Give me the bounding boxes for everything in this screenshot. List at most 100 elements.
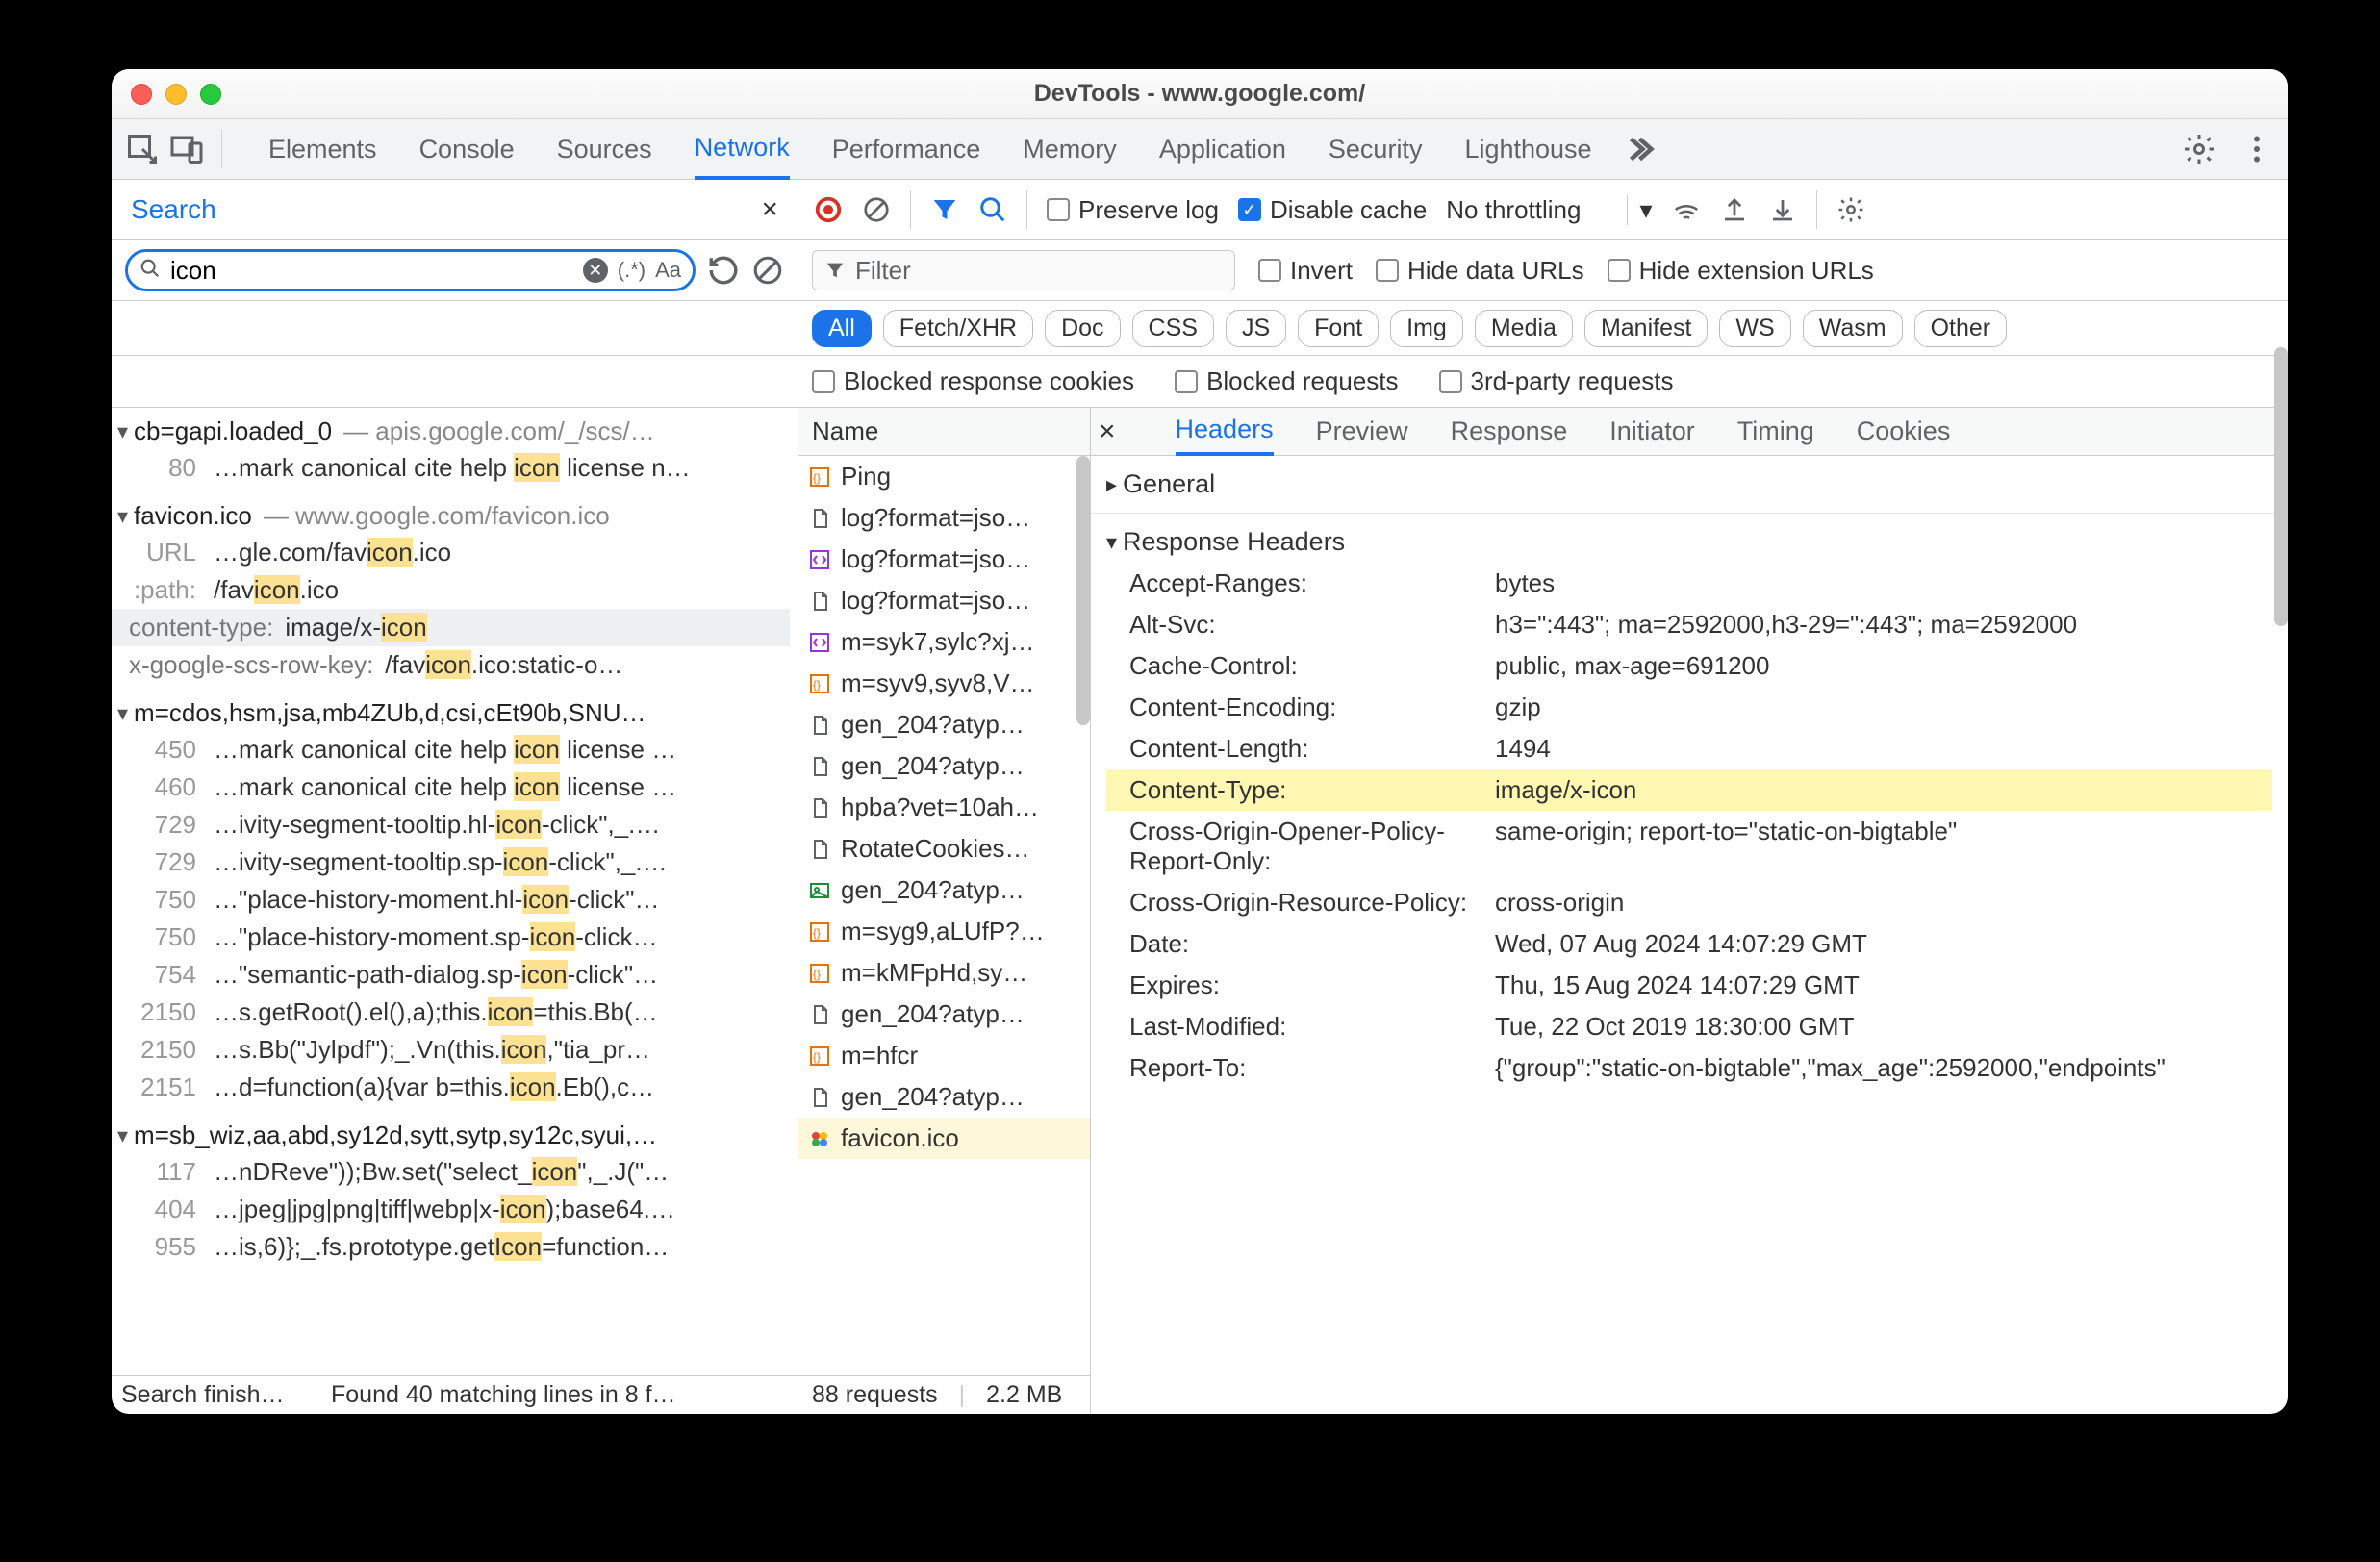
tab-elements[interactable]: Elements <box>268 119 377 180</box>
search-result-line[interactable]: content-type:image/x-icon <box>112 609 790 646</box>
kebab-menu-icon[interactable] <box>2240 132 2274 166</box>
device-toggle-icon[interactable] <box>169 132 204 166</box>
search-group-toggle[interactable]: ▾favicon.ico — www.google.com/favicon.ic… <box>112 498 790 534</box>
filter-funnel-icon[interactable] <box>930 195 959 224</box>
filter-chip-media[interactable]: Media <box>1475 310 1573 347</box>
disable-cache-checkbox[interactable]: ✓Disable cache <box>1238 195 1427 225</box>
tab-network[interactable]: Network <box>695 119 790 180</box>
record-icon[interactable] <box>814 195 843 224</box>
filter-chip-fetchxhr[interactable]: Fetch/XHR <box>883 310 1033 347</box>
search-result-line[interactable]: 2150…s.getRoot().el(),a);this.icon=this.… <box>112 994 790 1031</box>
search-group-toggle[interactable]: ▾m=cdos,hsm,jsa,mb4ZUb,d,csi,cEt90b,SNU… <box>112 695 790 731</box>
filter-chip-other[interactable]: Other <box>1914 310 2008 347</box>
request-row[interactable]: log?format=jso… <box>798 539 1090 580</box>
filter-chip-all[interactable]: All <box>812 310 872 347</box>
request-row[interactable]: gen_204?atyp… <box>798 745 1090 787</box>
tab-performance[interactable]: Performance <box>832 119 981 180</box>
detail-tab-preview[interactable]: Preview <box>1316 408 1408 456</box>
search-result-line[interactable]: 2150…s.Bb("Jylpdf");_.Vn(this.icon,"tia_… <box>112 1031 790 1069</box>
detail-scrollbar[interactable] <box>2274 408 2288 626</box>
third-party-checkbox[interactable]: 3rd-party requests <box>1439 366 1674 396</box>
request-row[interactable]: log?format=jso… <box>798 580 1090 621</box>
search-result-line[interactable]: 80…mark canonical cite help icon license… <box>112 449 790 487</box>
clear-icon[interactable] <box>862 195 891 224</box>
tab-sources[interactable]: Sources <box>557 119 652 180</box>
search-result-line[interactable]: 450…mark canonical cite help icon licens… <box>112 731 790 768</box>
search-result-line[interactable]: 750…"place-history-moment.hl-icon-click"… <box>112 881 790 919</box>
search-result-line[interactable]: 460…mark canonical cite help icon licens… <box>112 768 790 806</box>
clear-search-icon[interactable]: ✕ <box>583 258 608 283</box>
request-row[interactable]: hpba?vet=10ah… <box>798 787 1090 828</box>
filter-chip-font[interactable]: Font <box>1298 310 1379 347</box>
blocked-cookies-checkbox[interactable]: Blocked response cookies <box>812 366 1134 396</box>
upload-har-icon[interactable] <box>1720 195 1749 224</box>
filter-chip-doc[interactable]: Doc <box>1045 310 1120 347</box>
hide-extension-urls-checkbox[interactable]: Hide extension URLs <box>1608 256 1874 286</box>
request-row[interactable]: gen_204?atyp… <box>798 1076 1090 1118</box>
filter-chip-css[interactable]: CSS <box>1132 310 1214 347</box>
request-row[interactable]: gen_204?atyp… <box>798 869 1090 911</box>
hide-data-urls-checkbox[interactable]: Hide data URLs <box>1376 256 1584 286</box>
request-row[interactable]: m=syk7,sylc?xj… <box>798 621 1090 663</box>
tab-lighthouse[interactable]: Lighthouse <box>1464 119 1591 180</box>
search-result-line[interactable]: 729…ivity-segment-tooltip.hl-icon-click"… <box>112 806 790 844</box>
filter-input[interactable]: Filter <box>812 250 1235 290</box>
request-row[interactable]: favicon.ico <box>798 1118 1090 1159</box>
request-row[interactable]: {}m=syv9,syv8,V… <box>798 663 1090 704</box>
response-headers-section-toggle[interactable]: ▾Response Headers <box>1106 521 2272 563</box>
request-row[interactable]: {}m=hfcr <box>798 1035 1090 1076</box>
tab-security[interactable]: Security <box>1329 119 1423 180</box>
search-result-line[interactable]: :path:/favicon.ico <box>112 571 790 609</box>
search-icon[interactable] <box>978 195 1007 224</box>
invert-checkbox[interactable]: Invert <box>1258 256 1353 286</box>
filter-chip-ws[interactable]: WS <box>1719 310 1790 347</box>
filter-chip-manifest[interactable]: Manifest <box>1584 310 1708 347</box>
tab-console[interactable]: Console <box>419 119 515 180</box>
blocked-requests-checkbox[interactable]: Blocked requests <box>1175 366 1398 396</box>
search-result-line[interactable]: 754…"semantic-path-dialog.sp-icon-click"… <box>112 956 790 994</box>
search-result-line[interactable]: 729…ivity-segment-tooltip.sp-icon-click"… <box>112 844 790 881</box>
detail-tab-cookies[interactable]: Cookies <box>1857 408 1951 456</box>
throttling-select[interactable]: No throttling▾ <box>1446 195 1652 225</box>
request-row[interactable]: RotateCookies… <box>798 828 1090 869</box>
network-settings-icon[interactable] <box>1836 195 1865 224</box>
request-list-scrollbar[interactable] <box>1076 456 1090 725</box>
case-toggle[interactable]: Aa <box>655 258 681 283</box>
search-result-line[interactable]: 2151…d=function(a){var b=this.icon.Eb(),… <box>112 1069 790 1106</box>
search-query-field[interactable] <box>170 256 573 286</box>
request-row[interactable]: {}Ping <box>798 456 1090 497</box>
filter-chip-img[interactable]: Img <box>1390 310 1463 347</box>
detail-tab-response[interactable]: Response <box>1451 408 1568 456</box>
network-conditions-icon[interactable] <box>1672 195 1701 224</box>
search-result-line[interactable]: 117…nDReve"));Bw.set("select_icon",_.J("… <box>112 1153 790 1191</box>
search-result-line[interactable]: 955…is,6)};_.fs.prototype.getIcon=functi… <box>112 1228 790 1266</box>
filter-chip-js[interactable]: JS <box>1226 310 1286 347</box>
tab-memory[interactable]: Memory <box>1023 119 1117 180</box>
filter-chip-wasm[interactable]: Wasm <box>1803 310 1903 347</box>
request-row[interactable]: gen_204?atyp… <box>798 994 1090 1035</box>
clear-results-icon[interactable] <box>751 254 784 287</box>
tab-application[interactable]: Application <box>1159 119 1286 180</box>
search-input[interactable]: ✕ (.*) Aa <box>125 249 696 291</box>
search-result-line[interactable]: 404…jpeg|jpg|png|tiff|webp|x-icon);base6… <box>112 1191 790 1228</box>
download-har-icon[interactable] <box>1768 195 1797 224</box>
request-row[interactable]: gen_204?atyp… <box>798 704 1090 745</box>
settings-icon[interactable] <box>2182 132 2216 166</box>
close-search-panel-button[interactable]: × <box>761 193 778 226</box>
detail-tab-headers[interactable]: Headers <box>1176 408 1274 456</box>
search-result-line[interactable]: x-google-scs-row-key:/favicon.ico:static… <box>112 646 790 684</box>
detail-tab-initiator[interactable]: Initiator <box>1609 408 1695 456</box>
request-row[interactable]: log?format=jso… <box>798 497 1090 539</box>
request-row[interactable]: {}m=syg9,aLUfP?… <box>798 911 1090 952</box>
inspect-icon[interactable] <box>125 132 160 166</box>
refresh-search-icon[interactable] <box>707 254 740 287</box>
preserve-log-checkbox[interactable]: Preserve log <box>1047 195 1219 225</box>
search-group-toggle[interactable]: ▾cb=gapi.loaded_0 — apis.google.com/_/sc… <box>112 414 790 449</box>
search-result-line[interactable]: 750…"place-history-moment.sp-icon-click… <box>112 919 790 956</box>
search-result-line[interactable]: URL…gle.com/favicon.ico <box>112 534 790 571</box>
regex-toggle[interactable]: (.*) <box>618 258 646 283</box>
search-group-toggle[interactable]: ▾m=sb_wiz,aa,abd,sy12d,sytt,sytp,sy12c,s… <box>112 1118 790 1153</box>
request-row[interactable]: {}m=kMFpHd,sy… <box>798 952 1090 994</box>
detail-tab-timing[interactable]: Timing <box>1737 408 1814 456</box>
more-panels-icon[interactable] <box>1621 132 1656 166</box>
